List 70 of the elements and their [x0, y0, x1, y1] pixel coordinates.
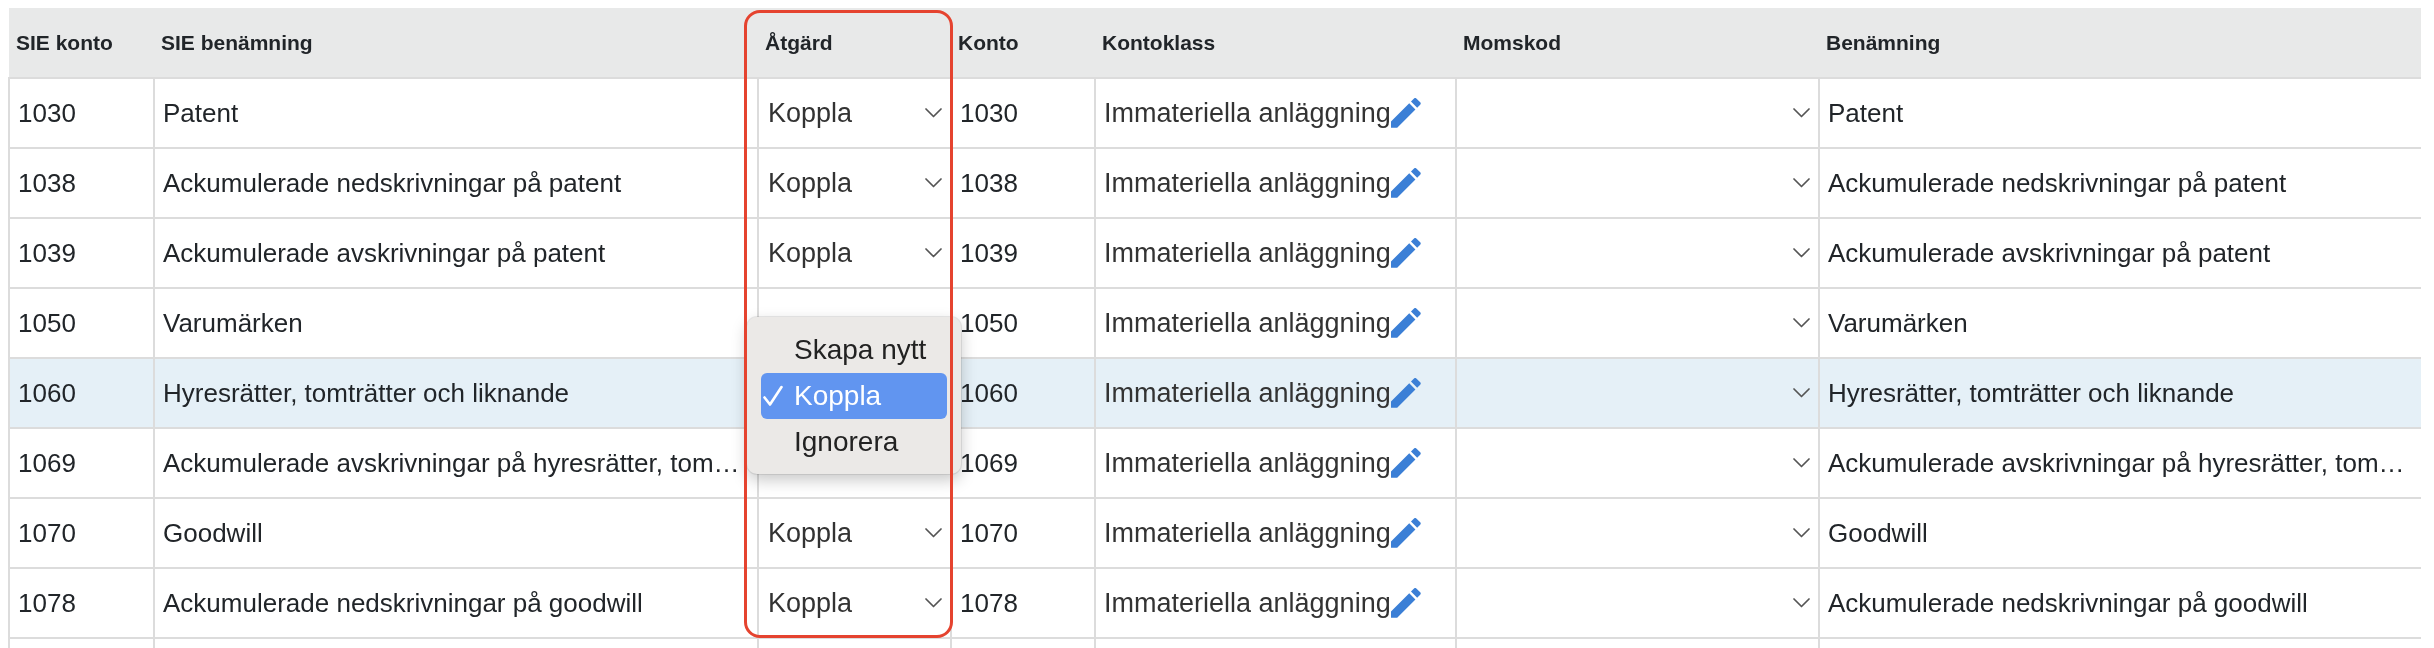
- pencil-icon[interactable]: [1390, 238, 1421, 268]
- table-cell-text: Immateriella anläggning: [1104, 236, 1391, 270]
- table-cell-text: Immateriella anläggning: [1104, 166, 1391, 200]
- table-cell: 1078: [9, 568, 154, 638]
- table-row[interactable]: 1030 Patent Koppla 1030 Immateriella anläggning Patent: [9, 78, 2421, 148]
- chevron-down-icon: [925, 178, 942, 188]
- chevron-down-icon: [1793, 108, 1810, 118]
- table-cell: 1039: [9, 218, 154, 288]
- table-cell: Ackumulerade avskrivningar på hyresrätter, tom…: [154, 428, 758, 498]
- table-cell-text: Immateriella anläggning: [1104, 586, 1391, 620]
- table-row[interactable]: 1070 Goodwill Koppla 1070 Immateriella anläggning Goodwill: [9, 498, 2421, 568]
- chevron-down-icon: [925, 528, 942, 538]
- table-cell-text: Immateriella anläggning: [1104, 516, 1391, 550]
- table-cell: 1060: [9, 358, 154, 428]
- column-header: Momskod: [1456, 8, 1819, 78]
- table-cell: Ackumulerade avskrivningar på patent: [1819, 218, 2421, 288]
- pencil-icon[interactable]: [1390, 518, 1421, 548]
- chevron-down-icon: [925, 248, 942, 258]
- table-cell: 1078: [951, 568, 1095, 638]
- column-header: Åtgärd: [758, 8, 951, 78]
- table-cell: Patent: [1819, 78, 2421, 148]
- pencil-icon[interactable]: [1390, 588, 1421, 618]
- pencil-icon[interactable]: [1390, 168, 1421, 198]
- chevron-down-icon: [1793, 388, 1810, 398]
- table-cell: 1030: [951, 78, 1095, 148]
- table-cell-text: Immateriella anläggning: [1104, 96, 1391, 130]
- table-cell: Patent: [154, 78, 758, 148]
- table-cell: 1070: [951, 498, 1095, 568]
- table-cell: Ackumulerade nedskrivningar på goodwill: [154, 568, 758, 638]
- table-cell: Ackumulerade nedskrivningar på patent: [1819, 148, 2421, 218]
- table-row[interactable]: 1078 Ackumulerade nedskrivningar på goodwill Koppla 1078 Immateriella anläggning Ackumulerade nedskrivningar på goodwill: [9, 568, 2421, 638]
- table-cell: 1038: [9, 148, 154, 218]
- table-cell: Varumärken: [1819, 288, 2421, 358]
- pencil-icon[interactable]: [1390, 308, 1421, 338]
- table-cell: Hyresrätter, tomträtter och liknande: [1819, 358, 2421, 428]
- chevron-down-icon: [1793, 598, 1810, 608]
- table-cell: 1039: [951, 218, 1095, 288]
- pencil-icon[interactable]: [1390, 378, 1421, 408]
- chevron-down-icon: [1793, 458, 1810, 468]
- chevron-down-icon: [1793, 318, 1810, 328]
- table-cell: 1069: [9, 428, 154, 498]
- table-cell: 1069: [951, 428, 1095, 498]
- table-cell: Ackumulerade nedskrivningar på patent: [154, 148, 758, 218]
- table-cell: 1050: [951, 288, 1095, 358]
- table-cell: Ackumulerade nedskrivningar på goodwill: [1819, 568, 2421, 638]
- table-cell: 1030: [9, 78, 154, 148]
- chevron-down-icon: [925, 108, 942, 118]
- column-header: SIE benämning: [154, 8, 758, 78]
- table-cell: 1038: [951, 148, 1095, 218]
- column-header: Konto: [951, 8, 1095, 78]
- chevron-down-icon: [1793, 178, 1810, 188]
- table-cell-text: Immateriella anläggning: [1104, 376, 1391, 410]
- table-cell: 1050: [9, 288, 154, 358]
- column-header: SIE konto: [9, 8, 154, 78]
- chevron-down-icon: [1793, 248, 1810, 258]
- table-cell: Ackumulerade avskrivningar på hyresrätter, tom…: [1819, 428, 2421, 498]
- table-row[interactable]: 1038 Ackumulerade nedskrivningar på patent Koppla 1038 Immateriella anläggning Ackumulerade nedskrivningar på patent: [9, 148, 2421, 218]
- chevron-down-icon: [1793, 528, 1810, 538]
- table-cell: Ackumulerade avskrivningar på patent: [154, 218, 758, 288]
- table-row[interactable]: 1039 Ackumulerade avskrivningar på patent Koppla 1039 Immateriella anläggning Ackumulerade avskrivningar på patent: [9, 218, 2421, 288]
- chevron-down-icon: [925, 598, 942, 608]
- check-icon: [763, 385, 783, 407]
- column-header: Benämning: [1819, 8, 2421, 78]
- table-cell: Goodwill: [154, 498, 758, 568]
- table-cell: Varumärken: [154, 288, 758, 358]
- table-cell: Goodwill: [1819, 498, 2421, 568]
- table-cell: 1070: [9, 498, 154, 568]
- column-header: Kontoklass: [1095, 8, 1456, 78]
- pencil-icon[interactable]: [1390, 98, 1421, 128]
- pencil-icon[interactable]: [1390, 448, 1421, 478]
